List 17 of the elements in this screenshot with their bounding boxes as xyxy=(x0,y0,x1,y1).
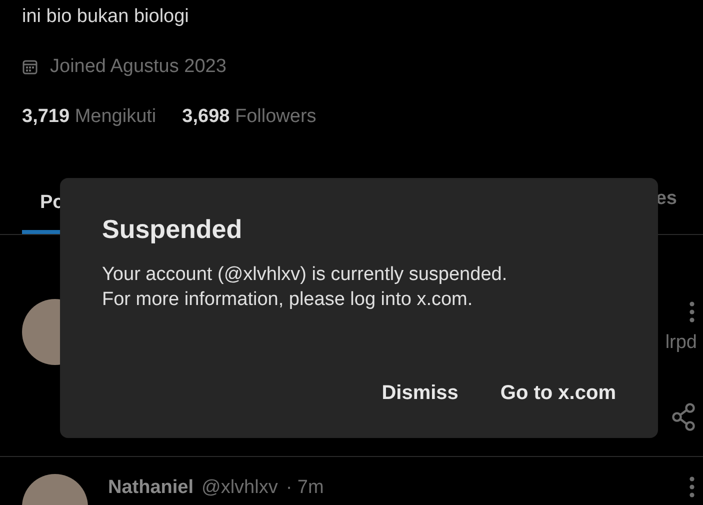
calendar-icon xyxy=(22,59,38,75)
author-handle: @xlvhlxv xyxy=(202,476,278,500)
more-options-icon[interactable] xyxy=(689,476,695,498)
following-link[interactable]: 3,719 Mengikuti xyxy=(22,102,156,132)
more-options-icon[interactable] xyxy=(689,301,695,323)
profile-bio: ini bio bukan biologi xyxy=(22,5,190,29)
dialog-button[interactable]: Go to x.com xyxy=(500,378,616,408)
author-name: Nathaniel xyxy=(108,476,194,500)
dialog-message: For more information, please log into x.com. xyxy=(102,288,474,312)
followers-link[interactable]: 3,698 Followers xyxy=(182,102,316,132)
post-time: · 7m xyxy=(286,476,324,500)
dialog-title: Suspended xyxy=(102,214,244,246)
share-icon[interactable] xyxy=(671,402,697,430)
joined-date: Joined Agustus 2023 xyxy=(50,54,226,79)
dialog-message: Your account (@xlvhlxv) is currently suspended. xyxy=(102,263,508,288)
post-text: lrpd xyxy=(665,331,697,355)
dialog-button[interactable]: Dismiss xyxy=(382,378,458,408)
